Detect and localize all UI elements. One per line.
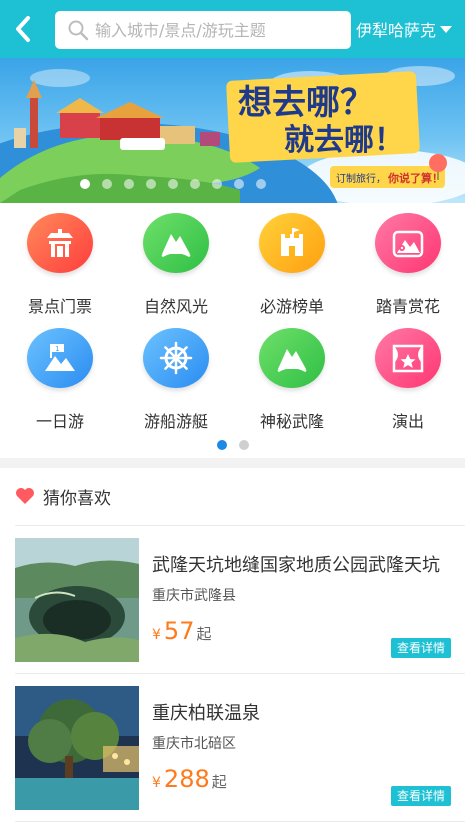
category-item[interactable]: 演出 (350, 320, 465, 432)
view-details-button[interactable]: 查看详情 (390, 786, 451, 806)
item-name[interactable]: 重庆柏联温泉 (152, 699, 452, 725)
banner-dot[interactable] (189, 179, 200, 189)
item-thumbnail[interactable] (15, 686, 139, 810)
banner-dot[interactable] (145, 179, 156, 189)
category-pagination (0, 440, 465, 450)
castle-icon (259, 213, 325, 273)
city-selector[interactable]: 伊犁哈萨克 (356, 14, 453, 44)
category-grid: 景点门票 自然风光 必游榜单 踏青赏花 1 一日游 游船游艇 神秘武隆 演出 (0, 203, 465, 458)
search-box[interactable] (55, 11, 351, 49)
list-item[interactable]: 武隆天坑地缝国家地质公园武隆天坑 重庆市武隆县 ¥ 57 起 查看详情 (0, 525, 465, 673)
ship-wheel-icon (143, 328, 209, 388)
currency-symbol: ¥ (152, 627, 161, 643)
banner-headline-1: 想去哪？ (238, 83, 374, 123)
category-label: 必游榜单 (259, 297, 324, 316)
category-item[interactable]: 游船游艇 (118, 320, 234, 432)
heart-icon (16, 488, 34, 504)
svg-text:1: 1 (55, 345, 59, 353)
price-value: 288 (163, 765, 210, 793)
category-label: 自然风光 (143, 297, 208, 316)
category-label: 游船游艇 (143, 412, 208, 431)
item-price: ¥ 57 起 (152, 617, 211, 645)
item-thumbnail[interactable] (15, 538, 139, 662)
chevron-left-icon (16, 16, 30, 42)
banner-dot[interactable] (255, 179, 266, 189)
category-item[interactable]: 神秘武隆 (234, 320, 350, 432)
page-dot[interactable] (238, 440, 249, 450)
category-label: 一日游 (35, 412, 84, 431)
divider (15, 821, 465, 822)
back-button[interactable] (8, 12, 38, 46)
category-item[interactable]: 自然风光 (118, 205, 234, 317)
section-gap (0, 458, 465, 468)
page-dot-active[interactable] (216, 440, 227, 450)
banner-dot[interactable] (233, 179, 244, 189)
category-label: 景点门票 (27, 297, 92, 316)
list-item[interactable]: 重庆柏联温泉 重庆市北碚区 ¥ 288 起 查看详情 (0, 673, 465, 821)
category-item[interactable]: 必游榜单 (234, 205, 350, 317)
mountain-icon (259, 328, 325, 388)
category-item[interactable]: 踏青赏花 (350, 205, 465, 317)
category-label: 踏青赏花 (375, 297, 440, 316)
item-name[interactable]: 武隆天坑地缝国家地质公园武隆天坑 (152, 551, 452, 577)
banner-dot[interactable] (79, 179, 90, 189)
flag-mountain-icon: 1 (27, 328, 93, 388)
search-input[interactable] (95, 20, 345, 40)
category-label: 演出 (391, 412, 424, 431)
banner-headline-2: 就去哪！ (284, 123, 404, 158)
banner-dot[interactable] (211, 179, 222, 189)
mountain-icon (143, 213, 209, 273)
city-label: 伊犁哈萨克 (356, 21, 437, 40)
search-icon (68, 20, 89, 41)
category-item[interactable]: 景点门票 (2, 205, 118, 317)
banner-dot[interactable] (101, 179, 112, 189)
stage-star-icon (375, 328, 441, 388)
category-item[interactable]: 1 一日游 (2, 320, 118, 432)
item-price: ¥ 288 起 (152, 765, 227, 793)
banner-pagination (0, 179, 405, 189)
view-details-button[interactable]: 查看详情 (390, 638, 451, 658)
gate-icon (27, 213, 93, 273)
currency-symbol: ¥ (152, 775, 161, 791)
banner-dot[interactable] (123, 179, 134, 189)
caret-down-icon (440, 25, 453, 33)
banner-dot[interactable] (167, 179, 178, 189)
top-bar: 伊犁哈萨克 (0, 0, 465, 58)
price-suffix: 起 (196, 625, 212, 643)
banner-carousel[interactable]: 想去哪？ 就去哪！ 订制旅行， 你说了算！ (0, 58, 465, 203)
item-location: 重庆市武隆县 (152, 588, 236, 604)
recommend-header: 猜你喜欢 (15, 478, 111, 514)
category-label: 神秘武隆 (259, 412, 324, 431)
recommend-title: 猜你喜欢 (43, 488, 111, 509)
item-location: 重庆市北碚区 (152, 736, 236, 752)
flower-mountain-icon (375, 213, 441, 273)
price-suffix: 起 (211, 773, 227, 791)
price-value: 57 (163, 617, 195, 645)
